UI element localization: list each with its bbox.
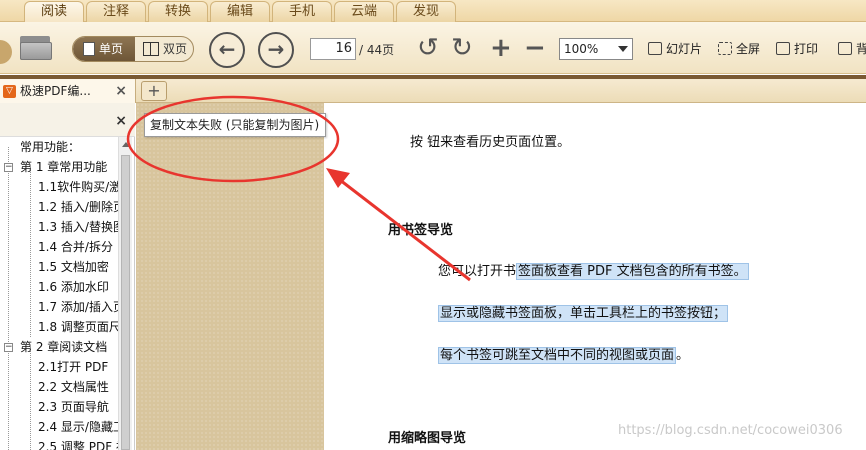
annotation-arrow-line [339,178,471,282]
highlight-ellipse [126,95,340,183]
annotation-overlay [126,95,471,282]
watermark-text: https://blog.csdn.net/cocowei0306 [618,423,843,438]
